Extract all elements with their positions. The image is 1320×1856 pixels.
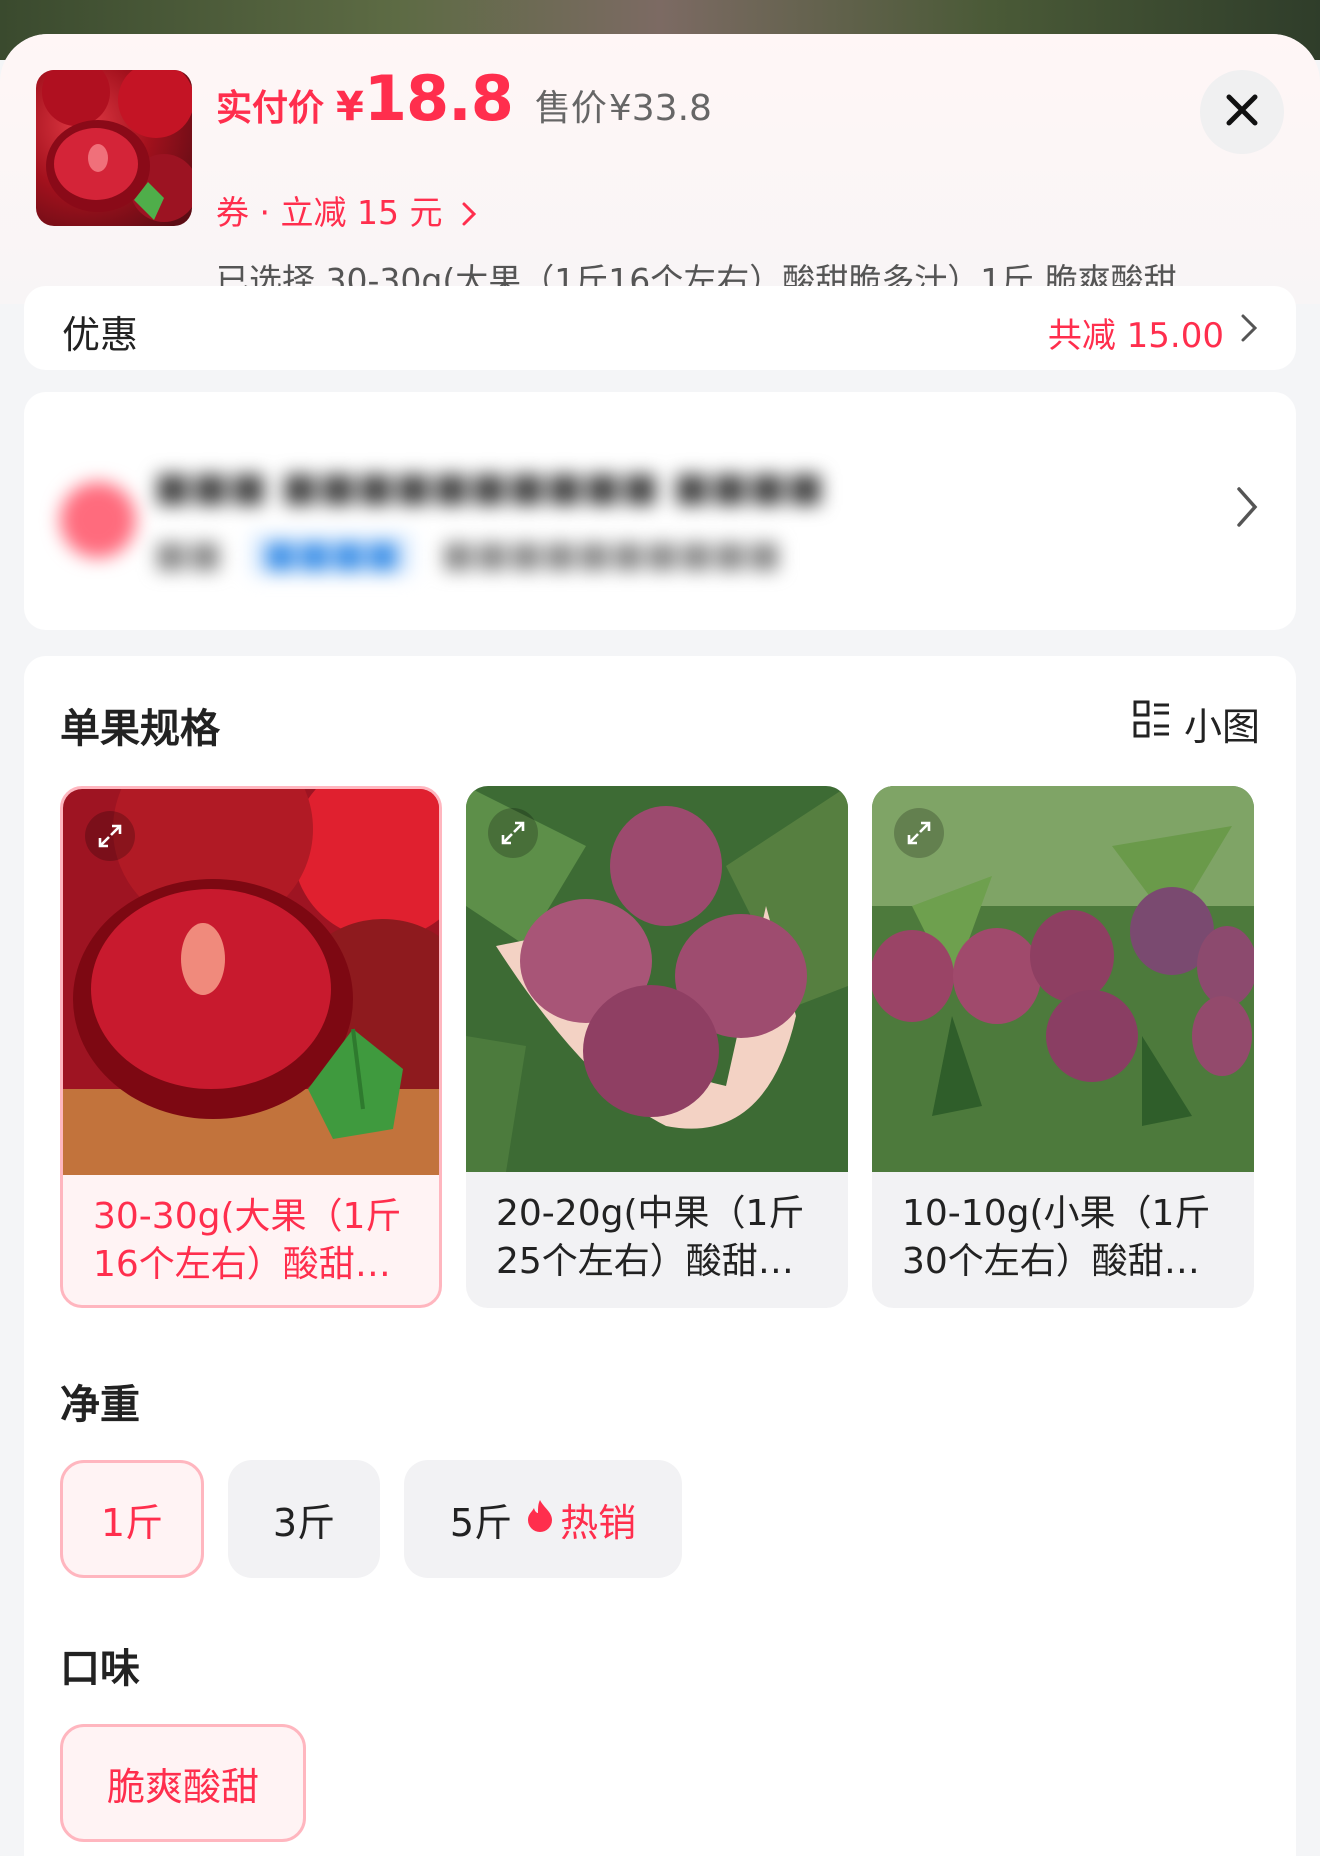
shop-logo: [60, 482, 136, 558]
view-toggle-label: 小图: [1183, 705, 1260, 749]
variant-card-medium[interactable]: 20-20g(中果（1斤25个左右）酸甜脆多汁）: [466, 786, 848, 1308]
chevron-right-icon: [453, 193, 479, 232]
pay-price-value: 18.8: [363, 62, 514, 135]
sale-price-value: ¥33.8: [608, 88, 712, 129]
expand-icon[interactable]: [488, 808, 538, 858]
hot-sale-label: 热销: [560, 1500, 637, 1545]
flame-icon: [526, 1497, 554, 1541]
coupon-link[interactable]: 券 · 立减 15 元: [216, 186, 479, 234]
variant-caption: 10-10g(小果（1斤30个左右）酸甜脆多汁）: [902, 1193, 1211, 1282]
variant-card-small[interactable]: 10-10g(小果（1斤30个左右）酸甜脆多汁）: [872, 786, 1254, 1308]
sku-selector-sheet: 实付价 ¥ 18.8 售价 ¥33.8 券 · 立减 15 元 已选择 30-3…: [0, 34, 1320, 1856]
spec-title: 单果规格: [60, 706, 220, 752]
variant-caption: 20-20g(中果（1斤25个左右）酸甜脆多汁）: [496, 1193, 805, 1282]
discount-total-text: 共减 15.00: [1047, 316, 1224, 356]
weight-option-5jin[interactable]: 5斤 热销: [404, 1460, 682, 1578]
weight-title: 净重: [60, 1382, 140, 1428]
weight-option-label: 3斤: [272, 1500, 336, 1545]
expand-icon[interactable]: [85, 811, 135, 861]
hot-sale-badge: 热销: [526, 1492, 636, 1547]
weight-option-1jin[interactable]: 1斤: [60, 1460, 204, 1578]
flavor-option-crisp-sweet-sour[interactable]: 脆爽酸甜: [60, 1724, 306, 1842]
shop-info-card[interactable]: ■■■ ■■■■■■■■■■ ■■■■ ■■ ■■■■ ■■■■■■■■■■: [24, 392, 1296, 630]
spec-section: 单果规格 小图 30-30g(大果（1斤16个左右）酸甜脆 20-20g(中果（…: [24, 656, 1296, 1856]
shop-sub-redacted: ■■ ■■■■ ■■■■■■■■■■: [154, 534, 782, 575]
close-icon: [1224, 92, 1260, 132]
close-button[interactable]: [1200, 70, 1284, 154]
weight-option-3jin[interactable]: 3斤: [228, 1460, 380, 1578]
weight-option-label: 1斤: [100, 1500, 164, 1545]
flavor-option-label: 脆爽酸甜: [106, 1764, 259, 1809]
chevron-right-icon: [1234, 484, 1260, 534]
flavor-title: 口味: [60, 1646, 140, 1692]
shop-name-redacted: ■■■ ■■■■■■■■■■ ■■■■: [154, 464, 825, 510]
discount-row[interactable]: 优惠 共减 15.00: [24, 286, 1296, 370]
blurred-shop-content: ■■■ ■■■■■■■■■■ ■■■■ ■■ ■■■■ ■■■■■■■■■■: [24, 392, 1296, 630]
coupon-text: 券 · 立减 15 元: [216, 193, 443, 232]
chevron-right-icon: [1224, 312, 1260, 353]
grid-list-icon: [1132, 699, 1172, 748]
product-thumbnail[interactable]: [36, 70, 192, 226]
view-toggle-button[interactable]: 小图: [1132, 696, 1260, 751]
expand-icon[interactable]: [894, 808, 944, 858]
discount-total: 共减 15.00: [1048, 308, 1260, 357]
variant-caption: 30-30g(大果（1斤16个左右）酸甜脆多汁）: [93, 1196, 402, 1285]
pay-price-label: 实付价: [216, 88, 325, 129]
weight-option-label: 5斤: [449, 1500, 513, 1545]
sale-price-label: 售价: [534, 88, 607, 129]
currency-symbol: ¥: [336, 84, 364, 130]
price-row: 实付价 ¥ 18.8 售价 ¥33.8: [216, 62, 712, 142]
discount-label: 优惠: [62, 313, 139, 357]
variant-card-large[interactable]: 30-30g(大果（1斤16个左右）酸甜脆多汁）: [60, 786, 442, 1308]
